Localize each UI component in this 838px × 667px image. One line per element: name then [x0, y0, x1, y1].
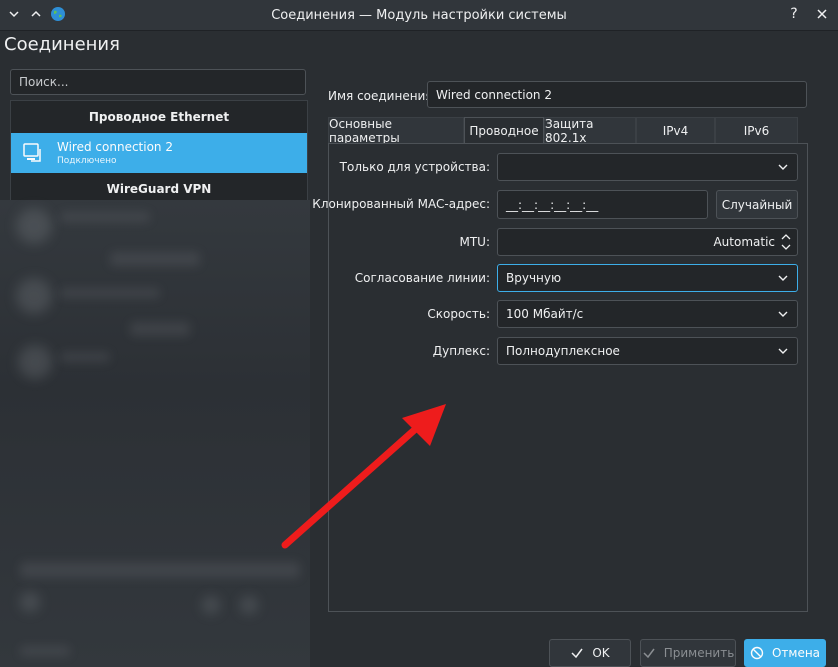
chevron-down-icon [778, 164, 788, 170]
mac-input[interactable]: __:__:__:__:__:__ [497, 190, 708, 219]
random-mac-button[interactable]: Случайный [716, 190, 798, 219]
blurred-region [0, 200, 310, 667]
spin-arrows-icon[interactable] [780, 232, 792, 252]
group-header-ethernet: Проводное Ethernet [88, 110, 230, 124]
tab-8021x[interactable]: Защита 802.1x [544, 117, 636, 145]
apply-button[interactable]: Применить [640, 639, 736, 667]
wired-network-icon [21, 141, 45, 165]
mtu-value: Automatic [713, 235, 775, 249]
connection-status: Подключено [57, 156, 117, 166]
chevron-down-icon[interactable] [6, 6, 22, 22]
duplex-value: Полнодуплексное [506, 344, 620, 358]
speed-label: Скорость: [427, 307, 490, 321]
negotiation-combo[interactable]: Вручную [497, 264, 798, 292]
speed-value: 100 Мбайт/с [506, 307, 584, 321]
check-icon [643, 648, 655, 659]
title-bar: Соединения — Модуль настройки системы ? [0, 0, 838, 31]
mac-value: __:__:__:__:__:__ [506, 197, 599, 212]
cancel-label: Отмена [771, 646, 821, 660]
tab-bar: Основные параметры Проводное Защита 802.… [328, 117, 798, 145]
connection-name-value: Wired connection 2 [436, 87, 552, 102]
device-combo[interactable] [497, 153, 798, 181]
search-input[interactable] [11, 70, 305, 94]
device-label: Только для устройства: [339, 160, 490, 174]
mtu-spinbox[interactable]: Automatic [497, 228, 798, 256]
apply-label: Применить [663, 646, 735, 660]
window-title: Соединения — Модуль настройки системы [271, 7, 567, 23]
tab-ipv4[interactable]: IPv4 [636, 117, 715, 144]
cancel-button[interactable]: Отмена [744, 639, 826, 667]
help-icon[interactable]: ? [786, 6, 802, 22]
duplex-label: Дуплекс: [432, 344, 490, 358]
globe-icon [50, 6, 66, 22]
random-mac-label: Случайный [721, 197, 793, 212]
ok-label: OK [592, 646, 610, 660]
duplex-combo[interactable]: Полнодуплексное [497, 337, 798, 365]
chevron-down-icon [778, 348, 788, 354]
search-field[interactable] [10, 69, 306, 95]
ok-button[interactable]: OK [549, 639, 631, 667]
page-title: Соединения [4, 34, 120, 55]
close-icon[interactable] [814, 6, 830, 22]
chevron-down-icon [778, 311, 788, 317]
negotiation-value: Вручную [506, 271, 562, 285]
tab-general[interactable]: Основные параметры [328, 117, 464, 145]
connection-item-selected[interactable]: Wired connection 2 Подключено [11, 133, 307, 173]
speed-combo[interactable]: 100 Мбайт/с [497, 300, 798, 328]
tab-wired[interactable]: Проводное [464, 117, 544, 144]
app-window: Соединения — Модуль настройки системы ? … [0, 0, 838, 667]
check-icon [571, 648, 583, 659]
chevron-up-icon[interactable] [28, 6, 44, 22]
connection-name-label: Имя соединения: [328, 89, 437, 103]
negotiation-label: Согласование линии: [354, 271, 490, 285]
chevron-down-icon [778, 275, 788, 281]
connection-name: Wired connection 2 [57, 140, 173, 154]
mac-label: Клонированный MAC-адрес: [312, 197, 490, 211]
cancel-icon [750, 646, 764, 660]
connection-name-field[interactable]: Wired connection 2 [427, 81, 807, 108]
mtu-label: MTU: [459, 235, 490, 249]
tab-ipv6[interactable]: IPv6 [715, 117, 798, 144]
